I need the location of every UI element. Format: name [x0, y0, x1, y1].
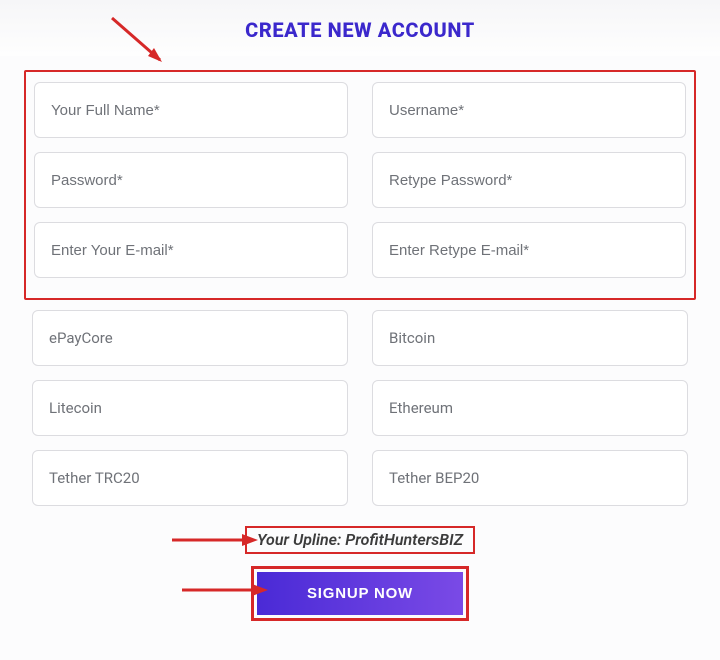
email-field[interactable]: [34, 222, 348, 278]
password-field[interactable]: [34, 152, 348, 208]
username-input[interactable]: [389, 102, 669, 119]
signup-form: ePayCore Bitcoin Litecoin Ethereum Tethe…: [0, 70, 720, 621]
retype-email-input[interactable]: [389, 242, 669, 259]
email-input[interactable]: [51, 242, 331, 259]
username-field[interactable]: [372, 82, 686, 138]
signup-button[interactable]: SIGNUP NOW: [257, 572, 463, 615]
full-name-input[interactable]: [51, 102, 331, 119]
required-fields-highlight: [24, 70, 696, 300]
upline-label: Your Upline: ProfitHuntersBIZ: [245, 526, 475, 554]
option-bitcoin[interactable]: Bitcoin: [372, 310, 688, 366]
retype-password-field[interactable]: [372, 152, 686, 208]
option-tether-bep20[interactable]: Tether BEP20: [372, 450, 688, 506]
option-tether-trc20[interactable]: Tether TRC20: [32, 450, 348, 506]
signup-highlight: SIGNUP NOW: [251, 566, 469, 621]
payment-options: ePayCore Bitcoin Litecoin Ethereum Tethe…: [24, 300, 696, 506]
page-title: CREATE NEW ACCOUNT: [0, 0, 720, 56]
option-ethereum[interactable]: Ethereum: [372, 380, 688, 436]
retype-email-field[interactable]: [372, 222, 686, 278]
password-input[interactable]: [51, 172, 331, 189]
retype-password-input[interactable]: [389, 172, 669, 189]
option-litecoin[interactable]: Litecoin: [32, 380, 348, 436]
option-epaycore[interactable]: ePayCore: [32, 310, 348, 366]
full-name-field[interactable]: [34, 82, 348, 138]
